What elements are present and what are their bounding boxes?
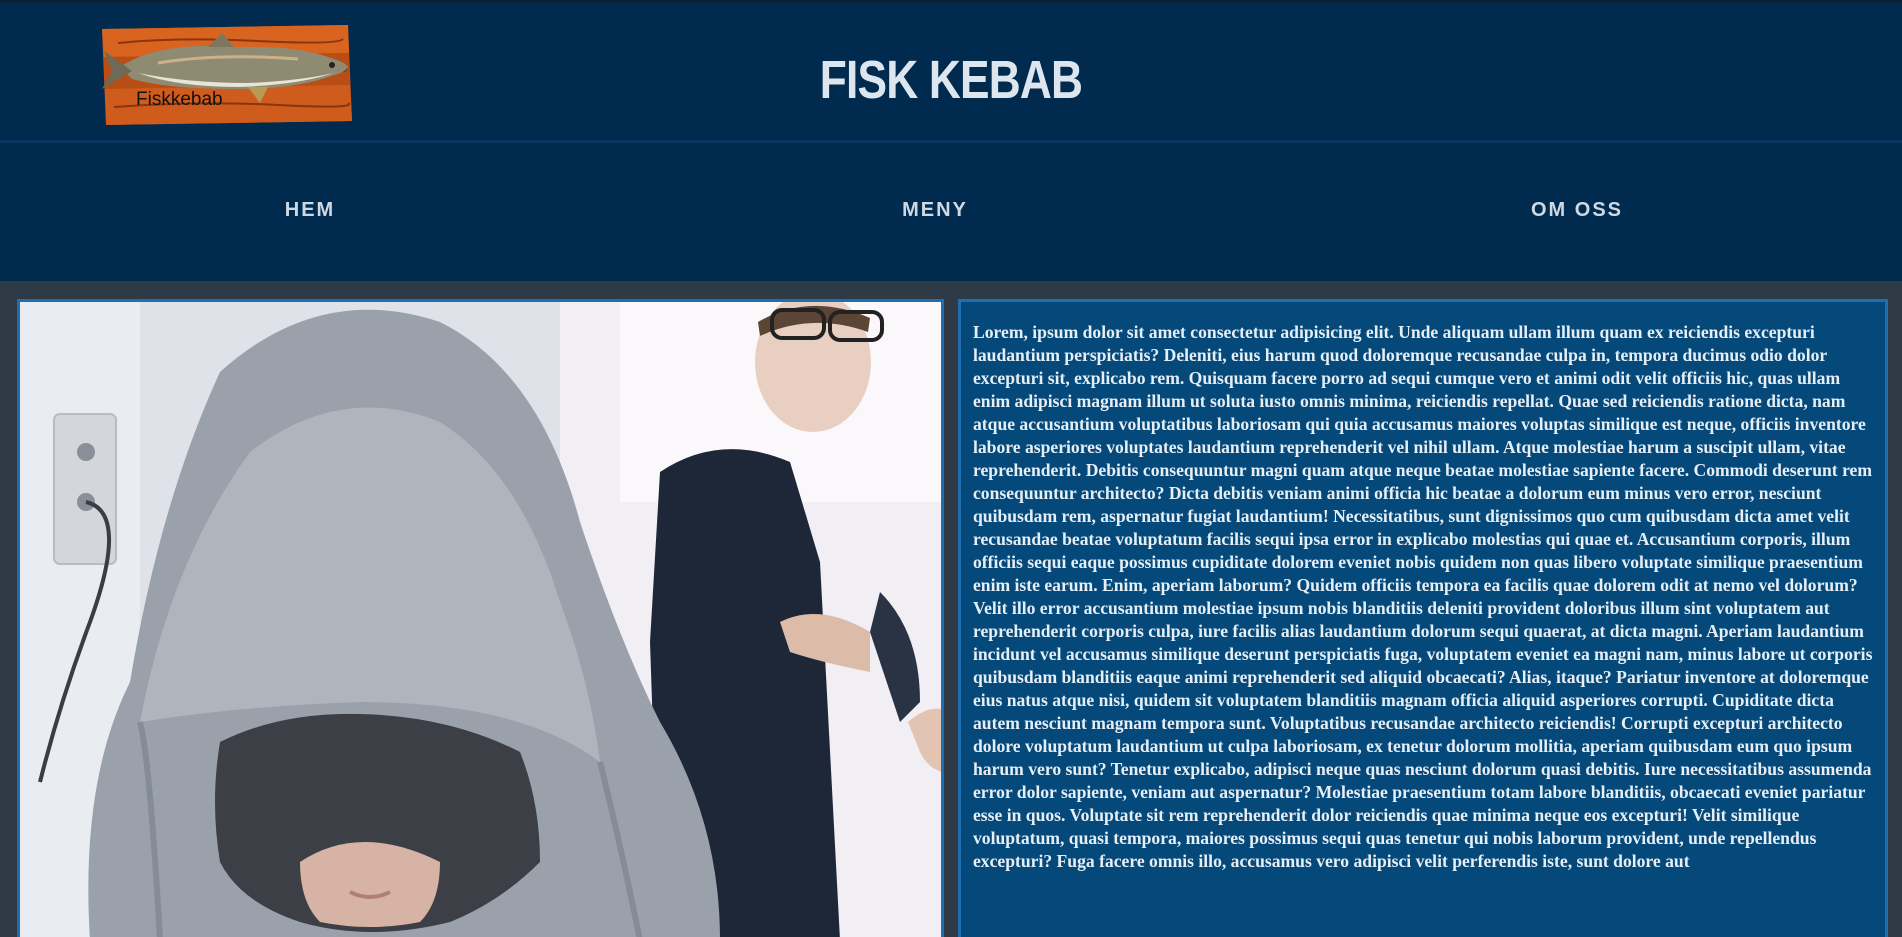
nav-item-om-oss[interactable]: OM OSS — [1531, 199, 1623, 222]
site-header: Fiskkebab FISK KEBAB — [0, 0, 1902, 140]
main-photo — [17, 299, 944, 937]
photo-illustration — [20, 302, 941, 937]
body-text: Lorem, ipsum dolor sit amet consectetur … — [973, 322, 1873, 871]
nav-item-meny[interactable]: MENY — [902, 199, 968, 222]
content-panel: Lorem, ipsum dolor sit amet consectetur … — [958, 299, 1888, 937]
main-nav: HEM MENY OM OSS — [0, 140, 1902, 281]
nav-item-hem[interactable]: HEM — [285, 199, 335, 222]
site-title: FISK KEBAB — [819, 50, 1083, 110]
